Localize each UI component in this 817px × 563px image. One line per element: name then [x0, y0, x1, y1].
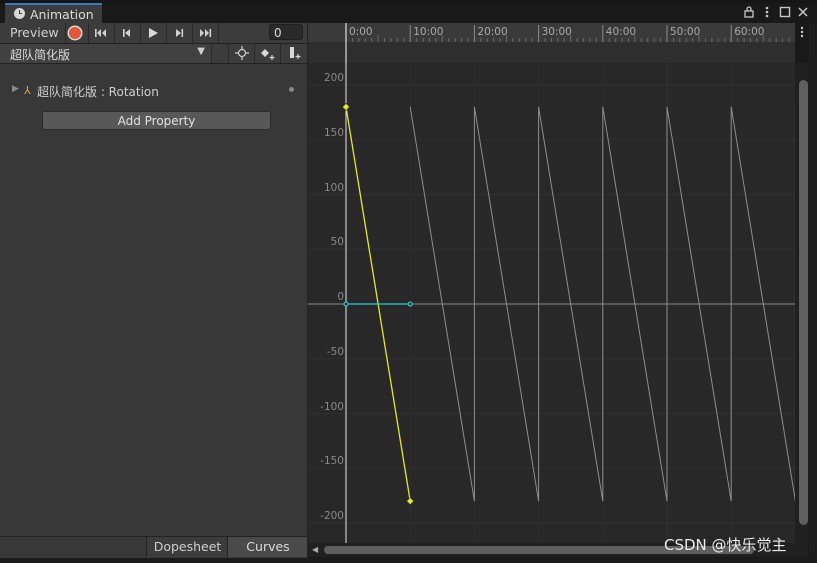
keyframe-marker — [343, 301, 349, 307]
clip-name: 超队简化版 — [10, 48, 71, 62]
filter-by-selection-icon — [235, 46, 249, 60]
ruler-tick-label: 60:00 — [734, 26, 765, 38]
y-tick-label: -150 — [320, 455, 344, 468]
first-key-button[interactable] — [88, 23, 115, 43]
property-panel — [0, 64, 307, 542]
next-key-icon — [176, 29, 184, 37]
record-icon — [69, 27, 81, 39]
right-edge — [809, 23, 817, 563]
curve-plot[interactable] — [308, 63, 795, 543]
bottom-strip — [0, 558, 817, 563]
preview-button[interactable]: Preview — [0, 23, 66, 43]
y-tick-label: 100 — [323, 181, 344, 194]
transform-icon: ⅄ — [24, 84, 31, 97]
maximize-icon[interactable] — [778, 5, 792, 19]
ruler-tick-label: 40:00 — [605, 26, 637, 38]
chevron-down-icon: ▼ — [197, 46, 205, 57]
add-keyframe-icon — [261, 49, 275, 60]
keyframe-marker — [406, 497, 415, 505]
add-event-icon — [290, 47, 301, 59]
record-button[interactable] — [62, 23, 89, 43]
add-property-button[interactable]: Add Property — [42, 111, 271, 130]
play-icon — [149, 28, 158, 38]
clock-icon — [14, 8, 25, 19]
watermark: CSDN @快乐觉主 — [664, 536, 787, 554]
add-event-button[interactable] — [280, 44, 307, 63]
ruler-tick-label: 10:00 — [413, 26, 444, 38]
vertical-scroll-thumb[interactable] — [799, 80, 808, 525]
next-key-button[interactable] — [166, 23, 193, 43]
y-tick-label: 0 — [337, 291, 344, 303]
tab-title: Animation — [30, 7, 94, 22]
first-key-icon — [95, 29, 106, 37]
filter-by-selection-button[interactable] — [228, 44, 255, 63]
keyframe-marker — [407, 301, 413, 307]
tab-bar — [0, 3, 817, 23]
kebab-icon[interactable] — [797, 24, 807, 40]
property-options-icon[interactable] — [289, 87, 294, 92]
y-tick-label: -100 — [320, 400, 344, 413]
tab-dopesheet[interactable]: Dopesheet — [146, 537, 228, 557]
frame-field[interactable]: 0 — [269, 24, 303, 40]
menu-icon[interactable] — [760, 5, 774, 19]
y-tick-label: -200 — [320, 510, 344, 522]
add-keyframe-button[interactable] — [254, 44, 281, 63]
ruler-tick-label: 30:00 — [541, 26, 572, 38]
y-tick-label: 50 — [330, 236, 344, 249]
ruler-tick-label: 0:00 — [349, 26, 373, 38]
last-key-button[interactable] — [192, 23, 219, 43]
prev-key-button[interactable] — [114, 23, 141, 43]
clip-dropdown[interactable]: 超队简化版 ▼ — [0, 44, 212, 63]
expand-arrow-icon[interactable]: ▶ — [12, 84, 19, 94]
close-icon[interactable] — [796, 5, 810, 19]
tab-curves[interactable]: Curves — [227, 537, 308, 557]
property-row[interactable]: ▶ ⅄ 超队简化版 : Rotation — [10, 83, 300, 99]
y-tick-label: 150 — [323, 126, 344, 139]
play-button[interactable] — [140, 23, 167, 43]
last-key-icon — [200, 29, 212, 37]
ruler-tick-label: 20:00 — [477, 26, 508, 38]
prev-key-icon — [123, 29, 130, 37]
ruler-tick-label: 50:00 — [670, 26, 701, 38]
y-tick-label: -50 — [326, 345, 344, 358]
scroll-left-icon[interactable]: ◀ — [312, 545, 318, 554]
y-tick-label: 200 — [323, 72, 344, 84]
property-label: 超队简化版 : Rotation — [37, 85, 159, 99]
lock-icon[interactable] — [742, 5, 756, 19]
animation-tab[interactable]: Animation — [5, 3, 102, 24]
